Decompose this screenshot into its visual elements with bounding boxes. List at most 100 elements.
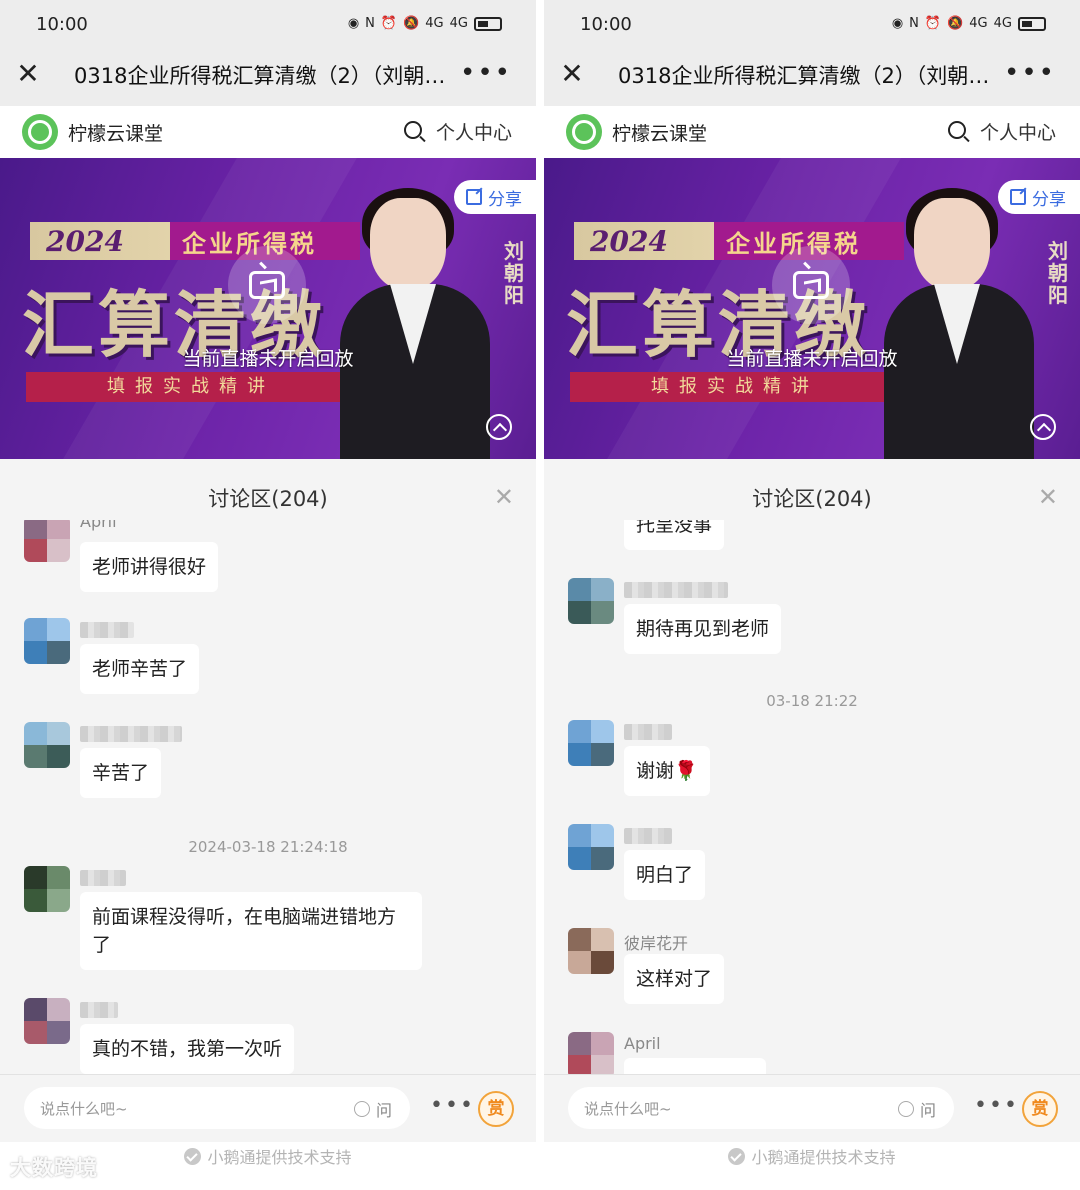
personal-center-link[interactable]: 个人中心 [436,118,512,145]
mute-icon: 🔕 [403,16,420,31]
comment-input[interactable]: 说点什么吧~ 问 [568,1087,954,1129]
course-banner: 2024 企业所得税 汇算清缴 填报实战精讲 刘朝阳 分享 当前直播未开启回放 [0,158,536,459]
status-time: 10:00 [580,14,632,35]
reward-button[interactable]: 赏 [1022,1091,1058,1127]
share-icon [466,189,482,205]
watermark: 大数跨境 [10,1156,98,1180]
more-menu-button[interactable]: ••• [1004,58,1056,88]
banner-year-strip: 2024 企业所得税 [574,222,904,260]
nickname: 彼岸花开 [624,934,689,953]
comment-placeholder: 说点什么吧~ [40,1100,128,1118]
live-status-note: 当前直播未开启回放 [726,348,898,370]
message-bubble: 前面课程没得听，在电脑端进错地方了 [80,892,422,970]
more-menu-button[interactable]: ••• [460,58,512,88]
avatar [24,866,70,912]
avatar [24,520,70,562]
message-bubble: 辛苦了 [80,748,162,798]
eye-icon: ◉ [347,16,360,31]
ask-toggle[interactable]: 问 [897,1097,936,1121]
nickname-blurred [80,726,182,742]
status-icons: ◉ N ⏰ 🔕 4G 4G [892,16,1046,32]
message-bubble: 期待再见到老师 [624,604,782,654]
share-label: 分享 [488,189,522,210]
timestamp: 03-18 21:22 [766,692,858,710]
banner-subtitle: 填报实战精讲 [26,372,356,402]
share-icon [1010,189,1026,205]
share-button[interactable]: 分享 [998,180,1080,214]
discussion-header: 讨论区(204) ✕ [0,459,536,529]
mute-icon: 🔕 [947,16,964,31]
ask-label: 问 [919,1101,936,1120]
collapse-up-icon[interactable] [1030,414,1056,440]
tech-support-text: 小鹅通提供技术支持 [751,1148,896,1167]
message-bubble: 这样对了 [624,954,725,1004]
message-bubble: 老师讲得很好 [80,542,219,592]
nfc-icon: N [909,16,919,31]
message-bubble: 真的不错，我第一次听 [80,1024,295,1074]
battery-icon [474,17,502,31]
personal-center-link[interactable]: 个人中心 [980,118,1056,145]
reward-button[interactable]: 赏 [478,1091,514,1127]
nickname-blurred [80,622,134,638]
avatar [568,578,614,624]
nickname-blurred [624,724,672,740]
message-bubble: 老师辛苦了 [80,644,200,694]
brand-bar: 柠檬云课堂 个人中心 [544,106,1080,158]
avatar [568,1032,614,1074]
share-label: 分享 [1032,189,1066,210]
live-status-note: 当前直播未开启回放 [182,348,354,370]
message-bubble: 明白了 [624,850,706,900]
teacher-name: 刘朝阳 [504,239,524,307]
close-icon[interactable]: ✕ [560,60,584,88]
avatar [568,928,614,974]
title-bar: ✕ 0318企业所得税汇算清缴（2）（刘朝阳） ••• [0,50,536,106]
alarm-icon: ⏰ [924,16,942,31]
message-bubble: 托呈没事 [624,520,725,550]
comment-placeholder: 说点什么吧~ [584,1100,672,1118]
signal-icon: 4G [425,16,444,31]
tech-support-footer: 小鹅通提供技术支持 [544,1142,1080,1190]
discussion-header: 讨论区(204) ✕ [544,459,1080,529]
avatar [568,824,614,870]
search-icon[interactable] [404,121,422,139]
discussion-title: 讨论区(204) [752,487,872,511]
comment-input[interactable]: 说点什么吧~ 问 [24,1087,410,1129]
discussion-title: 讨论区(204) [208,487,328,511]
ask-label: 问 [375,1101,392,1120]
replay-tv-icon[interactable] [228,246,306,324]
close-icon[interactable]: ✕ [1038,485,1058,509]
replay-tv-icon[interactable] [772,246,850,324]
close-icon[interactable]: ✕ [494,485,514,509]
brand-bar: 柠檬云课堂 个人中心 [0,106,536,158]
collapse-up-icon[interactable] [486,414,512,440]
ask-toggle[interactable]: 问 [353,1097,392,1121]
status-bar: 10:00 ◉ N ⏰ 🔕 4G 4G [544,0,1080,50]
share-button[interactable]: 分享 [454,180,536,214]
signal-icon: 4G [449,16,468,31]
more-options-button[interactable]: ••• [974,1093,1019,1118]
close-icon[interactable]: ✕ [16,60,40,88]
radio-icon [897,1101,914,1117]
avatar [24,618,70,664]
check-circle-icon [184,1147,202,1165]
phone-screen-left: 10:00 ◉ N ⏰ 🔕 4G 4G ✕ 0318企业所得税汇算清缴（2）（刘… [0,0,536,1190]
message-bubble [624,1058,766,1074]
tech-support-text: 小鹅通提供技术支持 [207,1148,352,1167]
radio-icon [353,1101,370,1117]
battery-icon [1018,17,1046,31]
nickname-blurred [624,828,672,844]
nfc-icon: N [365,16,375,31]
chat-list[interactable]: 托呈没事 期待再见到老师 03-18 21:22 谢谢🌹 明白了 彼岸花开 这样… [544,520,1080,1074]
course-banner: 2024 企业所得税 汇算清缴 填报实战精讲 刘朝阳 分享 当前直播未开启回放 [544,158,1080,459]
banner-year: 2024 [590,224,668,258]
more-options-button[interactable]: ••• [430,1093,475,1118]
search-icon[interactable] [948,121,966,139]
nickname-blurred [80,870,126,886]
alarm-icon: ⏰ [380,16,398,31]
input-bar: 说点什么吧~ 问 ••• 赏 [0,1074,536,1142]
chat-list[interactable]: April 老师讲得很好 老师辛苦了 辛苦了 2024-03-18 21:24:… [0,520,536,1074]
teacher-name: 刘朝阳 [1048,239,1068,307]
status-time: 10:00 [36,14,88,35]
teacher-photo [332,180,492,459]
banner-year: 2024 [46,224,124,258]
